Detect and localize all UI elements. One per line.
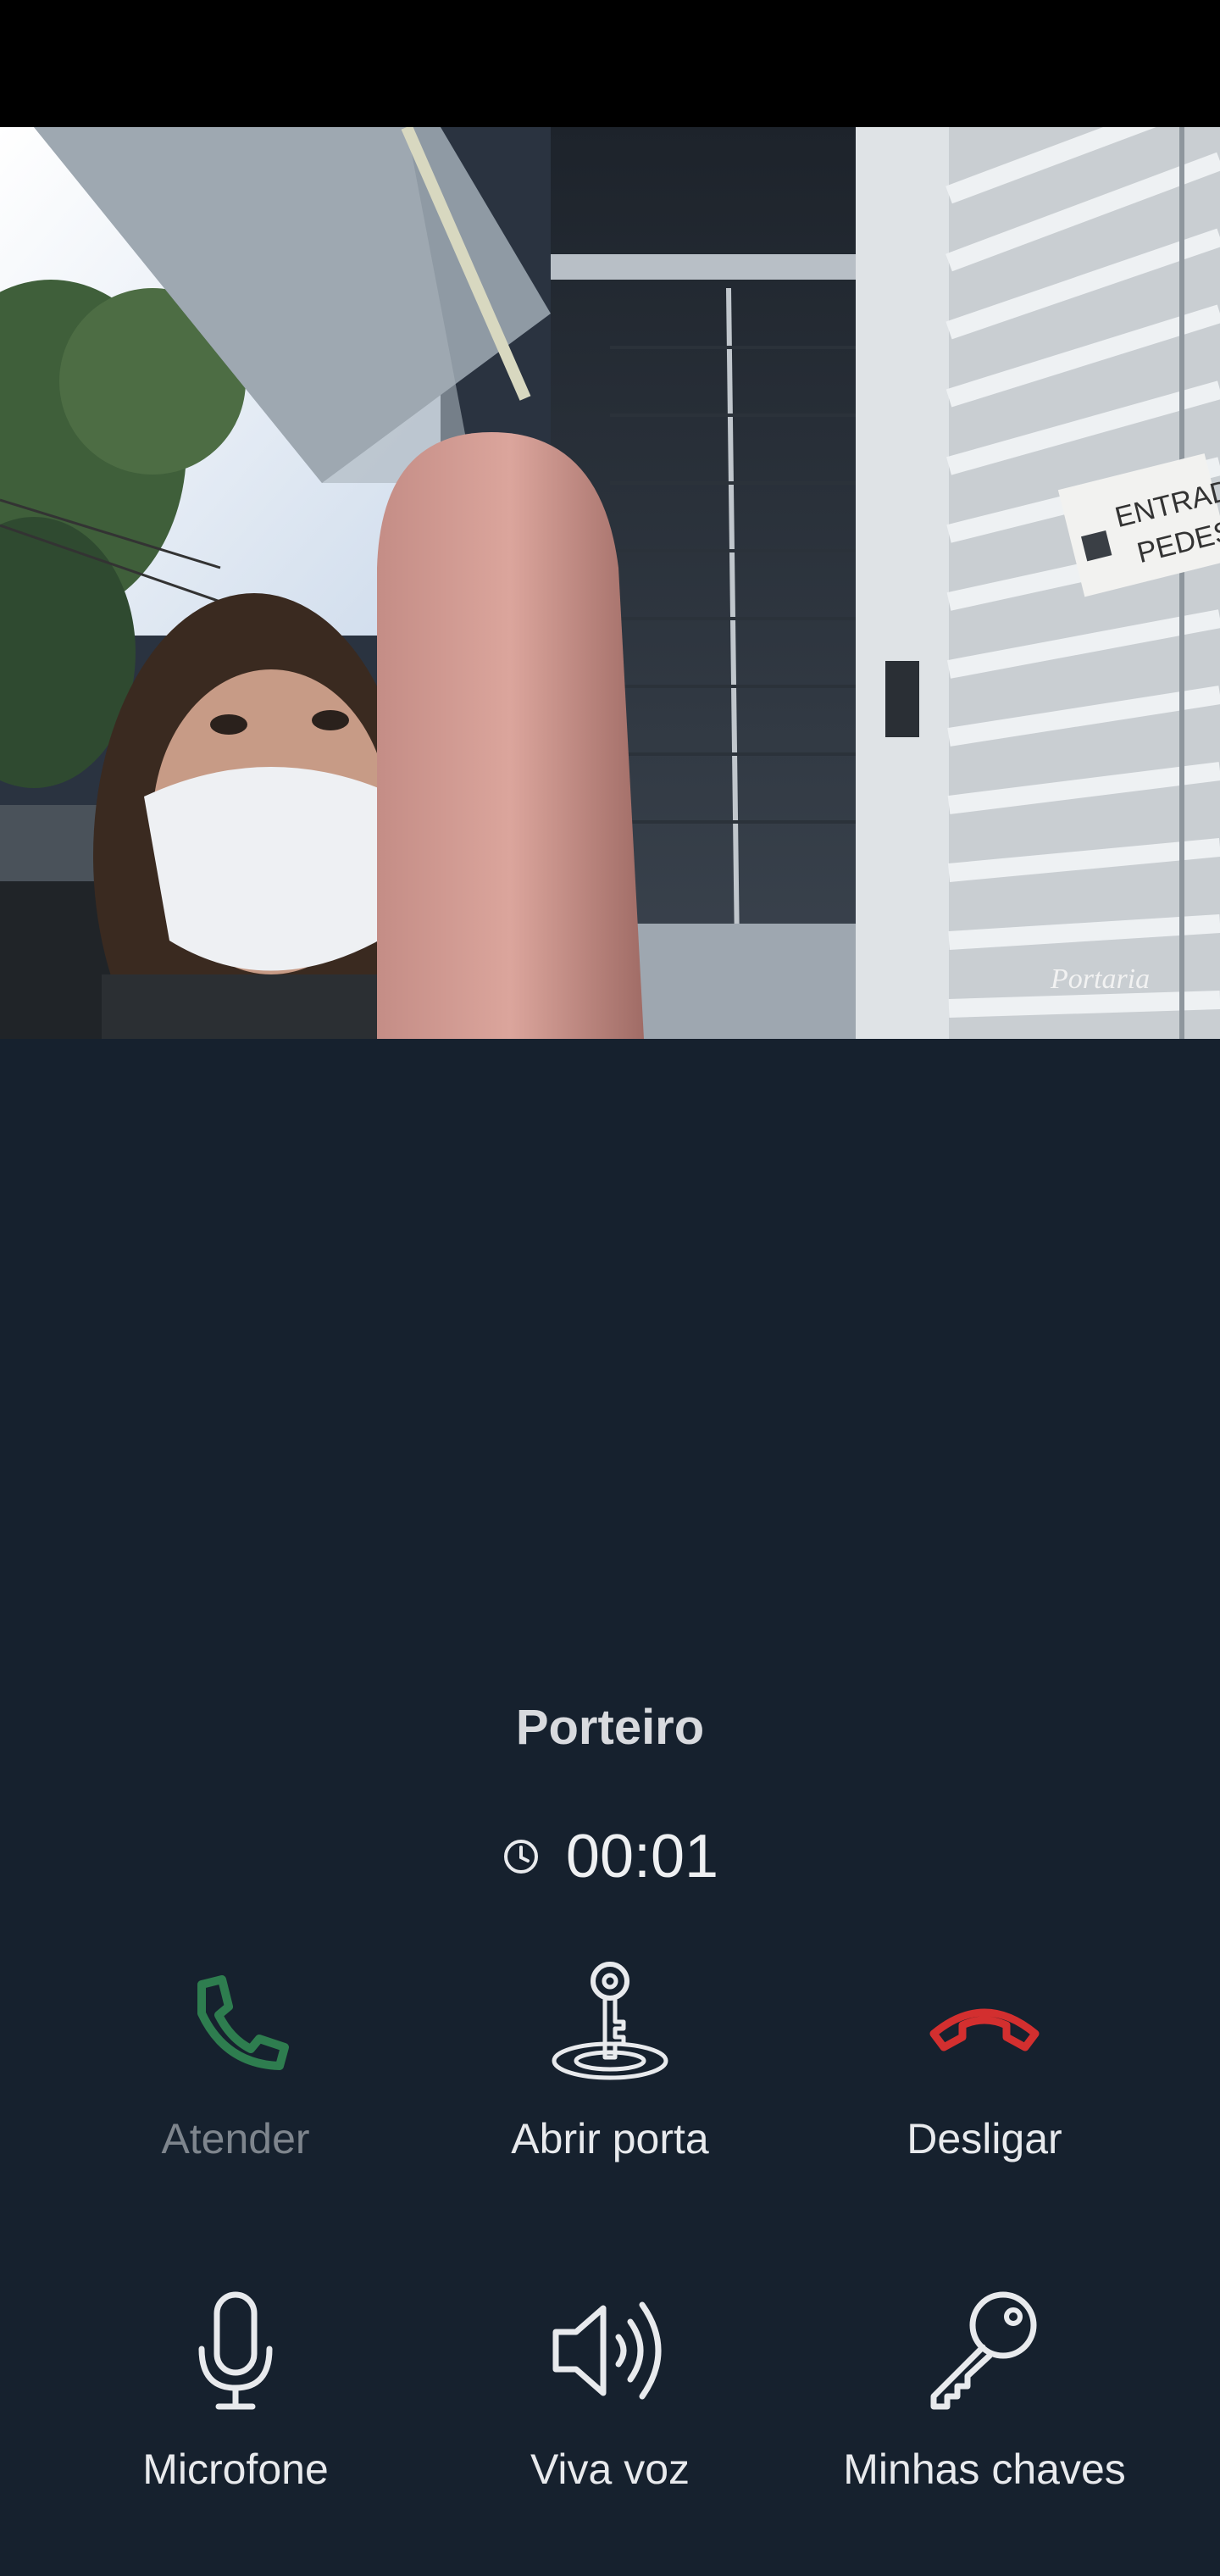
microphone-button[interactable]: Microfone (49, 2288, 422, 2525)
call-duration: 00:01 (565, 1823, 719, 1890)
status-bar (0, 0, 1220, 127)
speaker-button[interactable]: Viva voz (424, 2288, 796, 2525)
video-feed: ENTRADA PEDESTR Portaria (0, 127, 1220, 1039)
speaker-label: Viva voz (530, 2446, 690, 2493)
microphone-icon (198, 2291, 273, 2410)
hang-up-button[interactable]: Desligar (798, 1957, 1171, 2195)
hang-up-icon (929, 2008, 1040, 2051)
my-keys-button[interactable]: Minhas chaves (798, 2288, 1171, 2525)
speaker-icon (552, 2301, 662, 2400)
answer-button[interactable]: Atender (49, 1957, 422, 2195)
caller-name: Porteiro (515, 1700, 705, 1755)
microphone-label: Microfone (142, 2446, 329, 2493)
open-door-label: Abrir porta (511, 2115, 709, 2162)
clock-icon (503, 1840, 538, 1874)
hang-up-label: Desligar (907, 2115, 1062, 2162)
door-key-icon (552, 1962, 668, 2080)
answer-label: Atender (161, 2115, 310, 2162)
key-icon (930, 2291, 1037, 2410)
call-actions-primary: Atender Abrir porta Desligar (0, 1957, 1220, 2195)
open-door-button[interactable]: Abrir porta (424, 1957, 796, 2195)
camera-label: Portaria (1050, 963, 1150, 995)
phone-icon (197, 1975, 289, 2070)
my-keys-label: Minhas chaves (843, 2446, 1126, 2493)
call-timer: 00:01 (0, 1822, 1220, 1891)
call-actions-secondary: Microfone Viva voz Minhas chaves (0, 2288, 1220, 2525)
